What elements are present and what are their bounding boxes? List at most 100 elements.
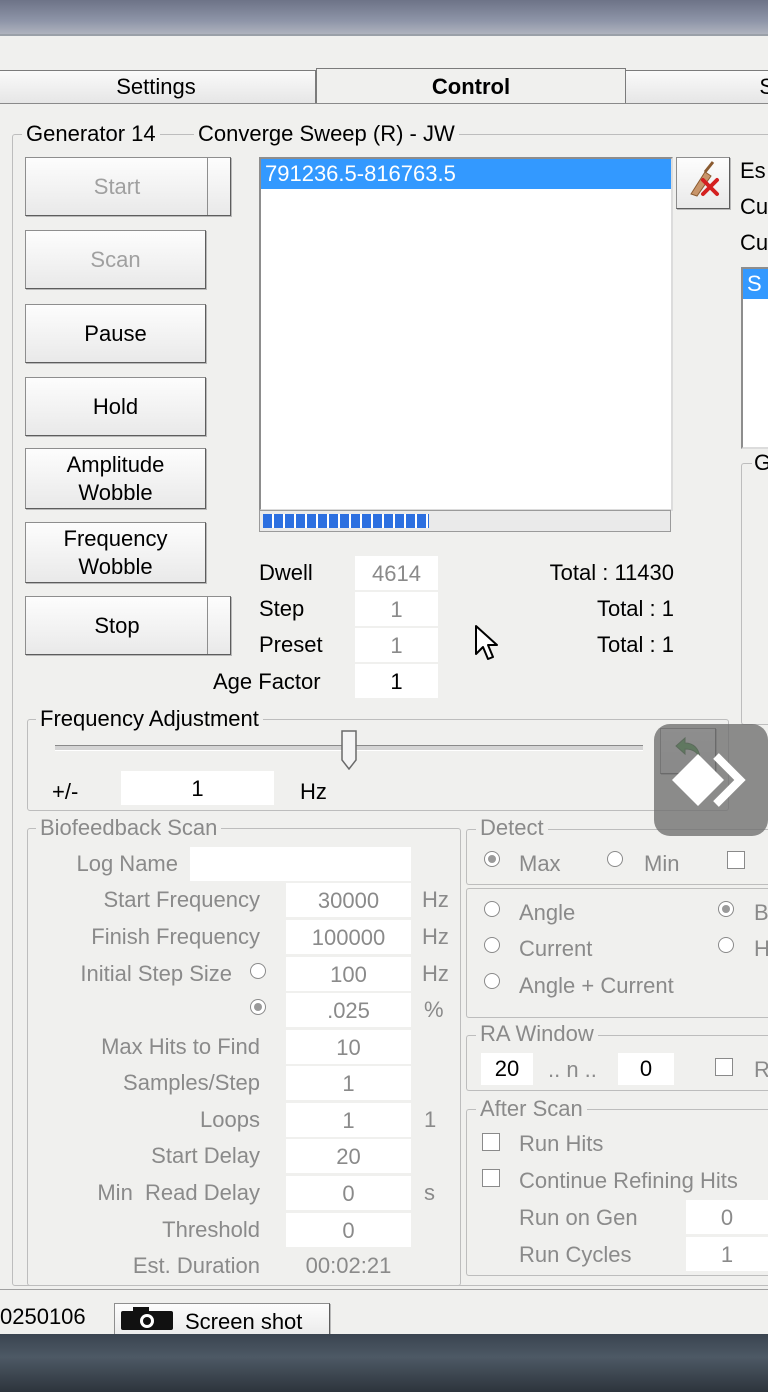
start-button-label: Start	[93, 174, 141, 199]
frequency-wobble-button[interactable]: Frequency Wobble	[25, 522, 206, 583]
frequency-adjust-input[interactable]: 1	[121, 771, 274, 805]
amplitude-wobble-label-1: Amplitude	[66, 451, 165, 477]
est-duration-label: Est. Duration	[132, 1253, 260, 1278]
tab-system-label: Sy	[759, 74, 768, 99]
clear-list-button[interactable]	[676, 157, 730, 209]
detect-max-radio[interactable]	[484, 851, 500, 867]
est-duration-value: 00:02:21	[305, 1253, 392, 1278]
hold-button-label: Hold	[92, 394, 139, 419]
run-hits-label: Run Hits	[519, 1131, 604, 1156]
floating-overlay-widget[interactable]	[654, 724, 768, 836]
start-delay-label: Start Delay	[151, 1143, 260, 1168]
pause-button[interactable]: Pause	[25, 304, 206, 363]
finish-frequency-input[interactable]: 100000	[286, 920, 411, 954]
detect-right-radio-2[interactable]	[718, 937, 734, 953]
tab-settings-label: Settings	[116, 74, 196, 99]
detect-option-checkbox[interactable]	[727, 851, 745, 869]
desktop-background-top	[0, 0, 768, 38]
ra-window-checkbox[interactable]	[715, 1058, 733, 1076]
ra-window-from-input[interactable]: 20	[481, 1053, 533, 1085]
right-label-es: Es	[740, 158, 766, 183]
amplitude-wobble-button[interactable]: Amplitude Wobble	[25, 448, 206, 509]
loops-counter: 1	[424, 1107, 437, 1132]
frequency-wobble-label-2: Wobble	[78, 553, 153, 579]
samples-per-step-input[interactable]: 1	[286, 1066, 411, 1100]
step-total: Total : 1	[596, 596, 674, 621]
status-bar: 0250106 Screen shot	[0, 1289, 768, 1339]
threshold-input[interactable]: 0	[286, 1213, 411, 1247]
ra-window-to-input[interactable]: 0	[618, 1053, 674, 1085]
tab-settings[interactable]: Settings	[0, 70, 316, 103]
right-label-cu2: Cu	[740, 230, 768, 255]
preset-label: Preset	[259, 632, 323, 657]
initial-step-percent-input[interactable]: .025	[286, 993, 411, 1027]
frequency-wobble-label-1: Frequency	[63, 525, 168, 551]
ra-window-check-label: R	[754, 1057, 768, 1082]
start-button[interactable]: Start	[25, 157, 231, 216]
step-value: 1	[355, 592, 438, 626]
run-cycles-label: Run Cycles	[519, 1242, 632, 1267]
detect-min-radio[interactable]	[607, 851, 623, 867]
log-name-label: Log Name	[76, 851, 178, 876]
run-on-gen-input[interactable]: 0	[686, 1200, 768, 1234]
stop-button[interactable]: Stop	[25, 596, 231, 655]
program-list-selected-item[interactable]: 791236.5-816763.5	[261, 159, 671, 189]
start-frequency-input[interactable]: 30000	[286, 883, 411, 917]
samples-per-step-label: Samples/Step	[123, 1070, 260, 1095]
hold-button[interactable]: Hold	[25, 377, 206, 436]
right-label-cu1: Cu	[740, 194, 768, 219]
run-hits-checkbox[interactable]	[482, 1133, 500, 1151]
step-label: Step	[259, 596, 305, 621]
start-frequency-label: Start Frequency	[103, 887, 260, 912]
age-factor-label: Age Factor	[213, 669, 321, 694]
frequency-slider-thumb[interactable]	[341, 730, 357, 771]
continue-refining-checkbox[interactable]	[482, 1169, 500, 1187]
scan-button[interactable]: Scan	[25, 230, 206, 289]
detect-right-radio-1[interactable]	[718, 901, 734, 917]
initial-step-hz-unit: Hz	[422, 961, 449, 986]
scan-button-label: Scan	[90, 247, 141, 272]
pause-button-label: Pause	[84, 321, 147, 346]
angle-radio[interactable]	[484, 901, 500, 917]
start-delay-input[interactable]: 20	[286, 1139, 411, 1173]
right-list-selected-item[interactable]: S	[743, 269, 768, 299]
tab-strip: Settings Sy Control	[0, 68, 768, 105]
current-radio[interactable]	[484, 937, 500, 953]
scan-progress-bar	[259, 510, 671, 532]
step-size-percent-radio[interactable]	[250, 999, 266, 1015]
min-read-delay-unit: s	[424, 1180, 435, 1205]
start-split	[207, 158, 230, 215]
angle-current-label: Angle + Current	[519, 973, 674, 998]
max-hits-input[interactable]: 10	[286, 1030, 411, 1064]
initial-step-hz-input[interactable]: 100	[286, 957, 411, 991]
step-size-hz-radio[interactable]	[250, 963, 266, 979]
double-chevron-icon	[668, 746, 756, 820]
tab-control[interactable]: Control	[316, 68, 626, 105]
max-hits-label: Max Hits to Find	[101, 1034, 260, 1059]
status-id: 0250106	[0, 1304, 86, 1329]
age-factor-input[interactable]: 1	[355, 664, 438, 698]
preset-total: Total : 1	[596, 632, 674, 657]
preset-value: 1	[355, 628, 438, 662]
stop-button-label: Stop	[94, 613, 140, 638]
program-list[interactable]: 791236.5-816763.5	[259, 157, 673, 511]
tab-system[interactable]: Sy	[624, 70, 768, 103]
run-cycles-input[interactable]: 1	[686, 1237, 768, 1271]
log-name-input[interactable]	[190, 847, 411, 881]
loops-input[interactable]: 1	[286, 1103, 411, 1137]
continue-refining-label: Continue Refining Hits	[519, 1168, 738, 1193]
finish-frequency-label: Finish Frequency	[91, 924, 260, 949]
threshold-label: Threshold	[162, 1217, 260, 1242]
screenshot-button-label: Screen shot	[185, 1308, 303, 1334]
initial-step-percent-unit: %	[424, 997, 444, 1022]
plus-minus-label: +/-	[52, 779, 79, 804]
run-on-gen-label: Run on Gen	[519, 1205, 638, 1230]
angle-current-radio[interactable]	[484, 973, 500, 989]
ra-window-separator: .. n ..	[548, 1057, 597, 1082]
min-read-delay-input[interactable]: 0	[286, 1176, 411, 1210]
dwell-total: Total : 11430	[549, 560, 674, 585]
right-list[interactable]: S	[741, 267, 768, 449]
detect-legend: Detect	[476, 815, 548, 841]
scan-progress-fill	[263, 514, 429, 528]
after-scan-legend: After Scan	[476, 1096, 587, 1122]
